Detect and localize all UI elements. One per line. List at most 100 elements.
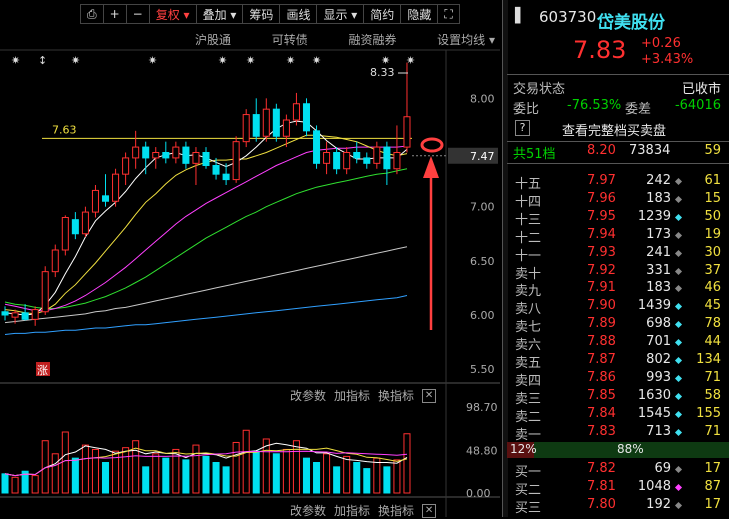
ask-level-price: 7.93 [587,244,616,260]
event-marker-icon[interactable]: ✷ [71,54,80,67]
ma60-line [4,246,408,324]
event-marker-icon[interactable]: ✷ [286,54,295,67]
ask-level-row[interactable]: 卖九 7.91 183 46 [507,280,729,300]
volume-bar [343,455,351,494]
bid-level-row[interactable]: 买三 7.80 192 17 [507,497,729,516]
ma120-line [4,295,408,335]
event-marker-icon[interactable]: ✷ [11,54,20,67]
candle-body [61,217,69,251]
price-tick-label: 7.00 [470,201,495,214]
bid-level-price: 7.80 [587,497,616,512]
bid-level-price: 7.82 [587,461,616,476]
volume-bar [222,466,230,494]
ask-level-row[interactable]: 十三 7.95 1239 50 [507,208,729,228]
edit-params-button[interactable]: 改参数 [290,502,326,519]
price-tick-label: 8.00 [470,92,495,105]
help-icon[interactable]: ? [515,120,530,136]
candle-body [91,189,99,213]
candle-body [162,152,170,159]
ask-level-price: 7.94 [587,226,616,242]
volume-bar [31,475,39,494]
add-indicator-button[interactable]: 加指标 [334,502,370,519]
add-indicator-button[interactable]: 加指标 [334,387,370,404]
weibi-label: 委比 [513,102,540,117]
volume-bar [91,448,99,494]
ask-level-row[interactable]: 卖一 7.83 713 71 [507,423,729,443]
ask-level-volume: 713 [646,423,671,439]
candle-body [41,271,49,313]
ask-level-row[interactable]: 卖十 7.92 331 37 [507,263,729,282]
ask-level-row[interactable]: 卖三 7.85 1630 58 [507,388,729,407]
ask-level-price: 7.84 [587,405,616,421]
reference-line-label: 7.63 [52,123,77,136]
ask-level-label: 卖九 [515,284,542,300]
full-book-row[interactable]: ? 查看完整档买卖盘 [507,120,729,139]
ask-level-row[interactable]: 十五 7.97 242 61 [507,173,729,192]
ask-level-label: 卖八 [515,302,542,318]
candle-body [252,114,260,137]
price-change-pct: +3.43% [641,52,694,67]
total-levels-label: 共51档 [513,147,556,162]
ask-level-price: 7.90 [587,298,616,314]
bid-level-price: 7.81 [587,479,616,494]
ask-level-marker-icon [674,195,683,203]
candle-body [292,103,300,121]
trade-status-label: 交易状态 [513,82,566,97]
ask-level-row[interactable]: 卖五 7.87 802 134 [507,352,729,371]
volume-bar [323,453,331,494]
switch-indicator-button[interactable]: 换指标 [378,387,414,404]
price-block: 7.83 +0.26 +3.43% [507,36,729,67]
weibi-row: 委比 -76.53% 委差 -64016 [507,98,729,117]
volume-bar [282,448,290,494]
indicator-bar-main: 改参数 加指标 换指标 ✕ [290,387,445,404]
bid-level-count: 17 [704,461,721,476]
ask-level-row[interactable]: 十二 7.94 173 19 [507,226,729,246]
ask-level-row[interactable]: 十四 7.96 183 15 [507,190,729,210]
edit-params-button[interactable]: 改参数 [290,387,326,404]
ask-level-row[interactable]: 卖八 7.90 1439 45 [507,298,729,318]
event-marker-icon[interactable]: ✷ [148,54,157,67]
trade-status-row: 交易状态 已收市 [507,78,729,97]
bid-level-row[interactable]: 买二 7.81 1048 87 [507,479,729,498]
ask-level-marker-icon [674,231,683,239]
kline-chart-area[interactable]: ⎙ + − 复权 ▾ 叠加 ▾ 筹码 画线 显示 ▾ 简约 隐藏 ⛶ 沪股通 可转债 融资融券 设置均线 … [0,0,502,519]
ask-level-count: 45 [704,298,721,314]
close-indicator-icon[interactable]: ✕ [422,388,437,403]
candle-body [192,152,200,164]
close-indicator-icon[interactable]: ✕ [422,503,437,518]
event-marker-icon[interactable]: ↕ [38,54,47,67]
volume-bar [162,457,170,494]
event-marker-icon[interactable]: ✷ [246,54,255,67]
ask-level-marker-icon [674,392,683,400]
candle-body [302,103,311,132]
ask-level-label: 卖一 [515,427,542,443]
volume-bar [252,450,260,494]
weibi-value: -76.53% [567,98,622,113]
candle-body [353,152,361,159]
volume-bar [71,457,79,494]
event-marker-icon[interactable]: ✷ [218,54,227,67]
price-tick-label: 5.50 [470,363,495,376]
menu-icon[interactable]: ▌ [515,8,526,24]
ask-level-row[interactable]: 卖六 7.88 701 44 [507,334,729,353]
ask-level-row[interactable]: 卖四 7.86 993 71 [507,370,729,389]
switch-indicator-button[interactable]: 换指标 [378,502,414,519]
total-levels-volume: 73834 [629,143,671,158]
volume-bar [292,440,300,494]
ask-level-volume: 1239 [637,208,671,224]
candle-body [132,146,140,159]
event-marker-icon[interactable]: ✷ [312,54,321,67]
ask-level-volume: 242 [646,173,671,188]
ask-level-row[interactable]: 卖七 7.89 698 78 [507,316,729,335]
ask-level-volume: 1439 [637,298,671,314]
ask-level-row[interactable]: 十一 7.93 241 30 [507,244,729,264]
ask-level-row[interactable]: 卖二 7.84 1545 155 [507,405,729,425]
ask-level-price: 7.91 [587,280,616,296]
ask-level-count: 134 [696,352,721,367]
bid-level-row[interactable]: 买一 7.82 69 17 [507,461,729,480]
chart-canvas[interactable]: 8.007.507.006.506.005.507.63✷↕✷✷✷✷✷✷✷✷8.… [0,0,502,517]
ask-level-volume: 173 [646,226,671,242]
ask-level-label: 十二 [515,230,542,246]
ask-level-volume: 183 [646,190,671,206]
event-marker-icon[interactable]: ✷ [406,54,415,67]
